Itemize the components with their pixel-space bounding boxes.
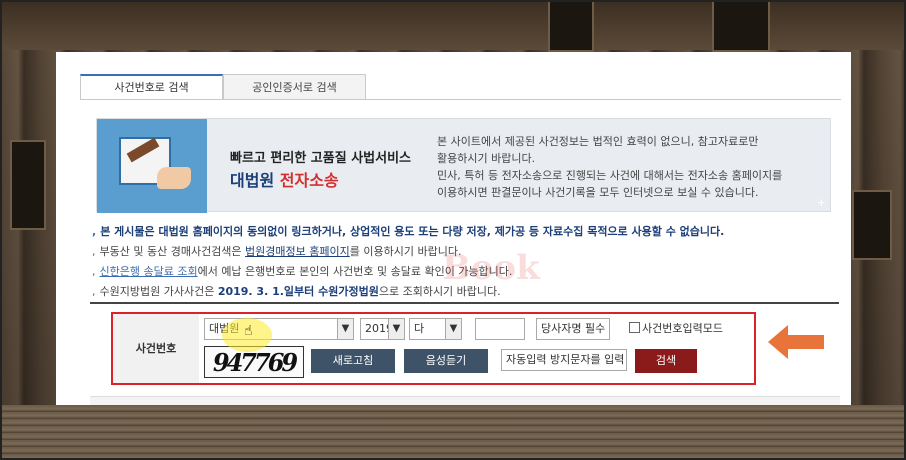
case-search-form: 사건번호 대법원 ▼ 2019 ▼ 다 ▼ 당사자명 필수 사건번호입력모드 9… xyxy=(111,312,756,385)
bullet-icon: , xyxy=(92,225,97,238)
mouse-cursor-icon: ☝ xyxy=(244,323,253,339)
case-type-select[interactable]: 다 ▼ xyxy=(409,318,462,340)
banner-line: 이용하시면 판결문이나 사건기록을 모두 인터넷으로 보실 수 있습니다. xyxy=(437,186,759,199)
results-area xyxy=(90,396,840,405)
notice-text: 수원지방법원 가사사건은 xyxy=(99,285,218,298)
section-divider xyxy=(90,302,839,304)
arrow-left-icon xyxy=(768,325,824,359)
background-window xyxy=(712,0,770,52)
case-number-input[interactable] xyxy=(475,318,525,340)
background-roof xyxy=(0,0,906,50)
chevron-down-icon: ▼ xyxy=(337,319,353,339)
more-plus-icon[interactable]: + xyxy=(817,196,826,209)
brand-court: 대법원 xyxy=(230,171,275,190)
banner-line: 본 사이트에서 제공된 사건정보는 법적인 효력이 없으니, 참고자료로만 xyxy=(437,135,759,148)
banner-brand[interactable]: 대법원 전자소송 xyxy=(230,167,339,191)
party-name-input[interactable]: 당사자명 필수 xyxy=(536,318,610,340)
shinhan-fee-link[interactable]: 신한은행 송달료 조회 xyxy=(100,265,198,278)
background-window xyxy=(852,190,892,260)
search-panel: 사건번호로 검색 공인인증서로 검색 빠르고 편리한 고품질 사법서비스 대법원… xyxy=(56,52,851,405)
watermark: Book xyxy=(442,248,540,288)
case-type-value: 다 xyxy=(414,322,425,335)
notice-text: 부동산 및 동산 경매사건검색은 xyxy=(99,245,246,258)
mode-checkbox-label: 사건번호입력모드 xyxy=(642,322,723,335)
auction-info-link[interactable]: 법원경매정보 홈페이지 xyxy=(245,245,350,258)
background-steps xyxy=(0,405,906,460)
brand-e-litigation: 전자소송 xyxy=(279,171,339,190)
banner-line: 민사, 특허 등 전자소송으로 진행되는 사건에 대해서는 전자소송 홈페이지를 xyxy=(437,169,783,182)
tab-certificate-search[interactable]: 공인인증서로 검색 xyxy=(223,74,366,100)
notice-emphasis: 2019. 3. 1.일부터 수원가정법원 xyxy=(217,285,379,298)
search-button[interactable]: 검색 xyxy=(635,349,697,373)
chevron-down-icon: ▼ xyxy=(445,319,461,339)
notice-item: ,본 게시물은 대법원 홈페이지의 동의없이 링크하거나, 상업적인 용도 또는… xyxy=(92,222,832,242)
refresh-captcha-button[interactable]: 새로고침 xyxy=(311,349,395,373)
court-illustration xyxy=(97,119,207,213)
tab-underline xyxy=(80,99,841,100)
info-banner: 빠르고 편리한 고품질 사법서비스 대법원 전자소송 본 사이트에서 제공된 사… xyxy=(96,118,831,213)
banner-line: 활용하시기 바랍니다. xyxy=(437,152,536,165)
audio-captcha-button[interactable]: 음성듣기 xyxy=(404,349,488,373)
captcha-input[interactable]: 자동입력 방지문자를 입력 xyxy=(501,349,627,371)
case-number-mode-toggle[interactable]: 사건번호입력모드 xyxy=(629,321,723,337)
chevron-down-icon: ▼ xyxy=(388,319,404,339)
bullet-icon: , xyxy=(92,285,96,298)
case-number-label: 사건번호 xyxy=(113,314,199,383)
tab-bar: 사건번호로 검색 공인인증서로 검색 xyxy=(80,74,366,100)
notice-text: 본 게시물은 대법원 홈페이지의 동의없이 링크하거나, 상업적인 용도 또는 … xyxy=(100,225,725,238)
tab-case-number-search[interactable]: 사건번호로 검색 xyxy=(80,74,223,100)
year-select[interactable]: 2019 ▼ xyxy=(360,318,405,340)
banner-title: 빠르고 편리한 고품질 사법서비스 xyxy=(230,151,412,166)
bullet-icon: , xyxy=(92,245,96,258)
background-window xyxy=(548,0,594,52)
bullet-icon: , xyxy=(92,265,96,278)
background-window xyxy=(10,140,46,230)
banner-description: 본 사이트에서 제공된 사건정보는 법적인 효력이 없으니, 참고자료로만 활용… xyxy=(437,133,817,201)
hand-icon xyxy=(157,167,191,189)
checkbox-icon[interactable] xyxy=(629,322,640,333)
